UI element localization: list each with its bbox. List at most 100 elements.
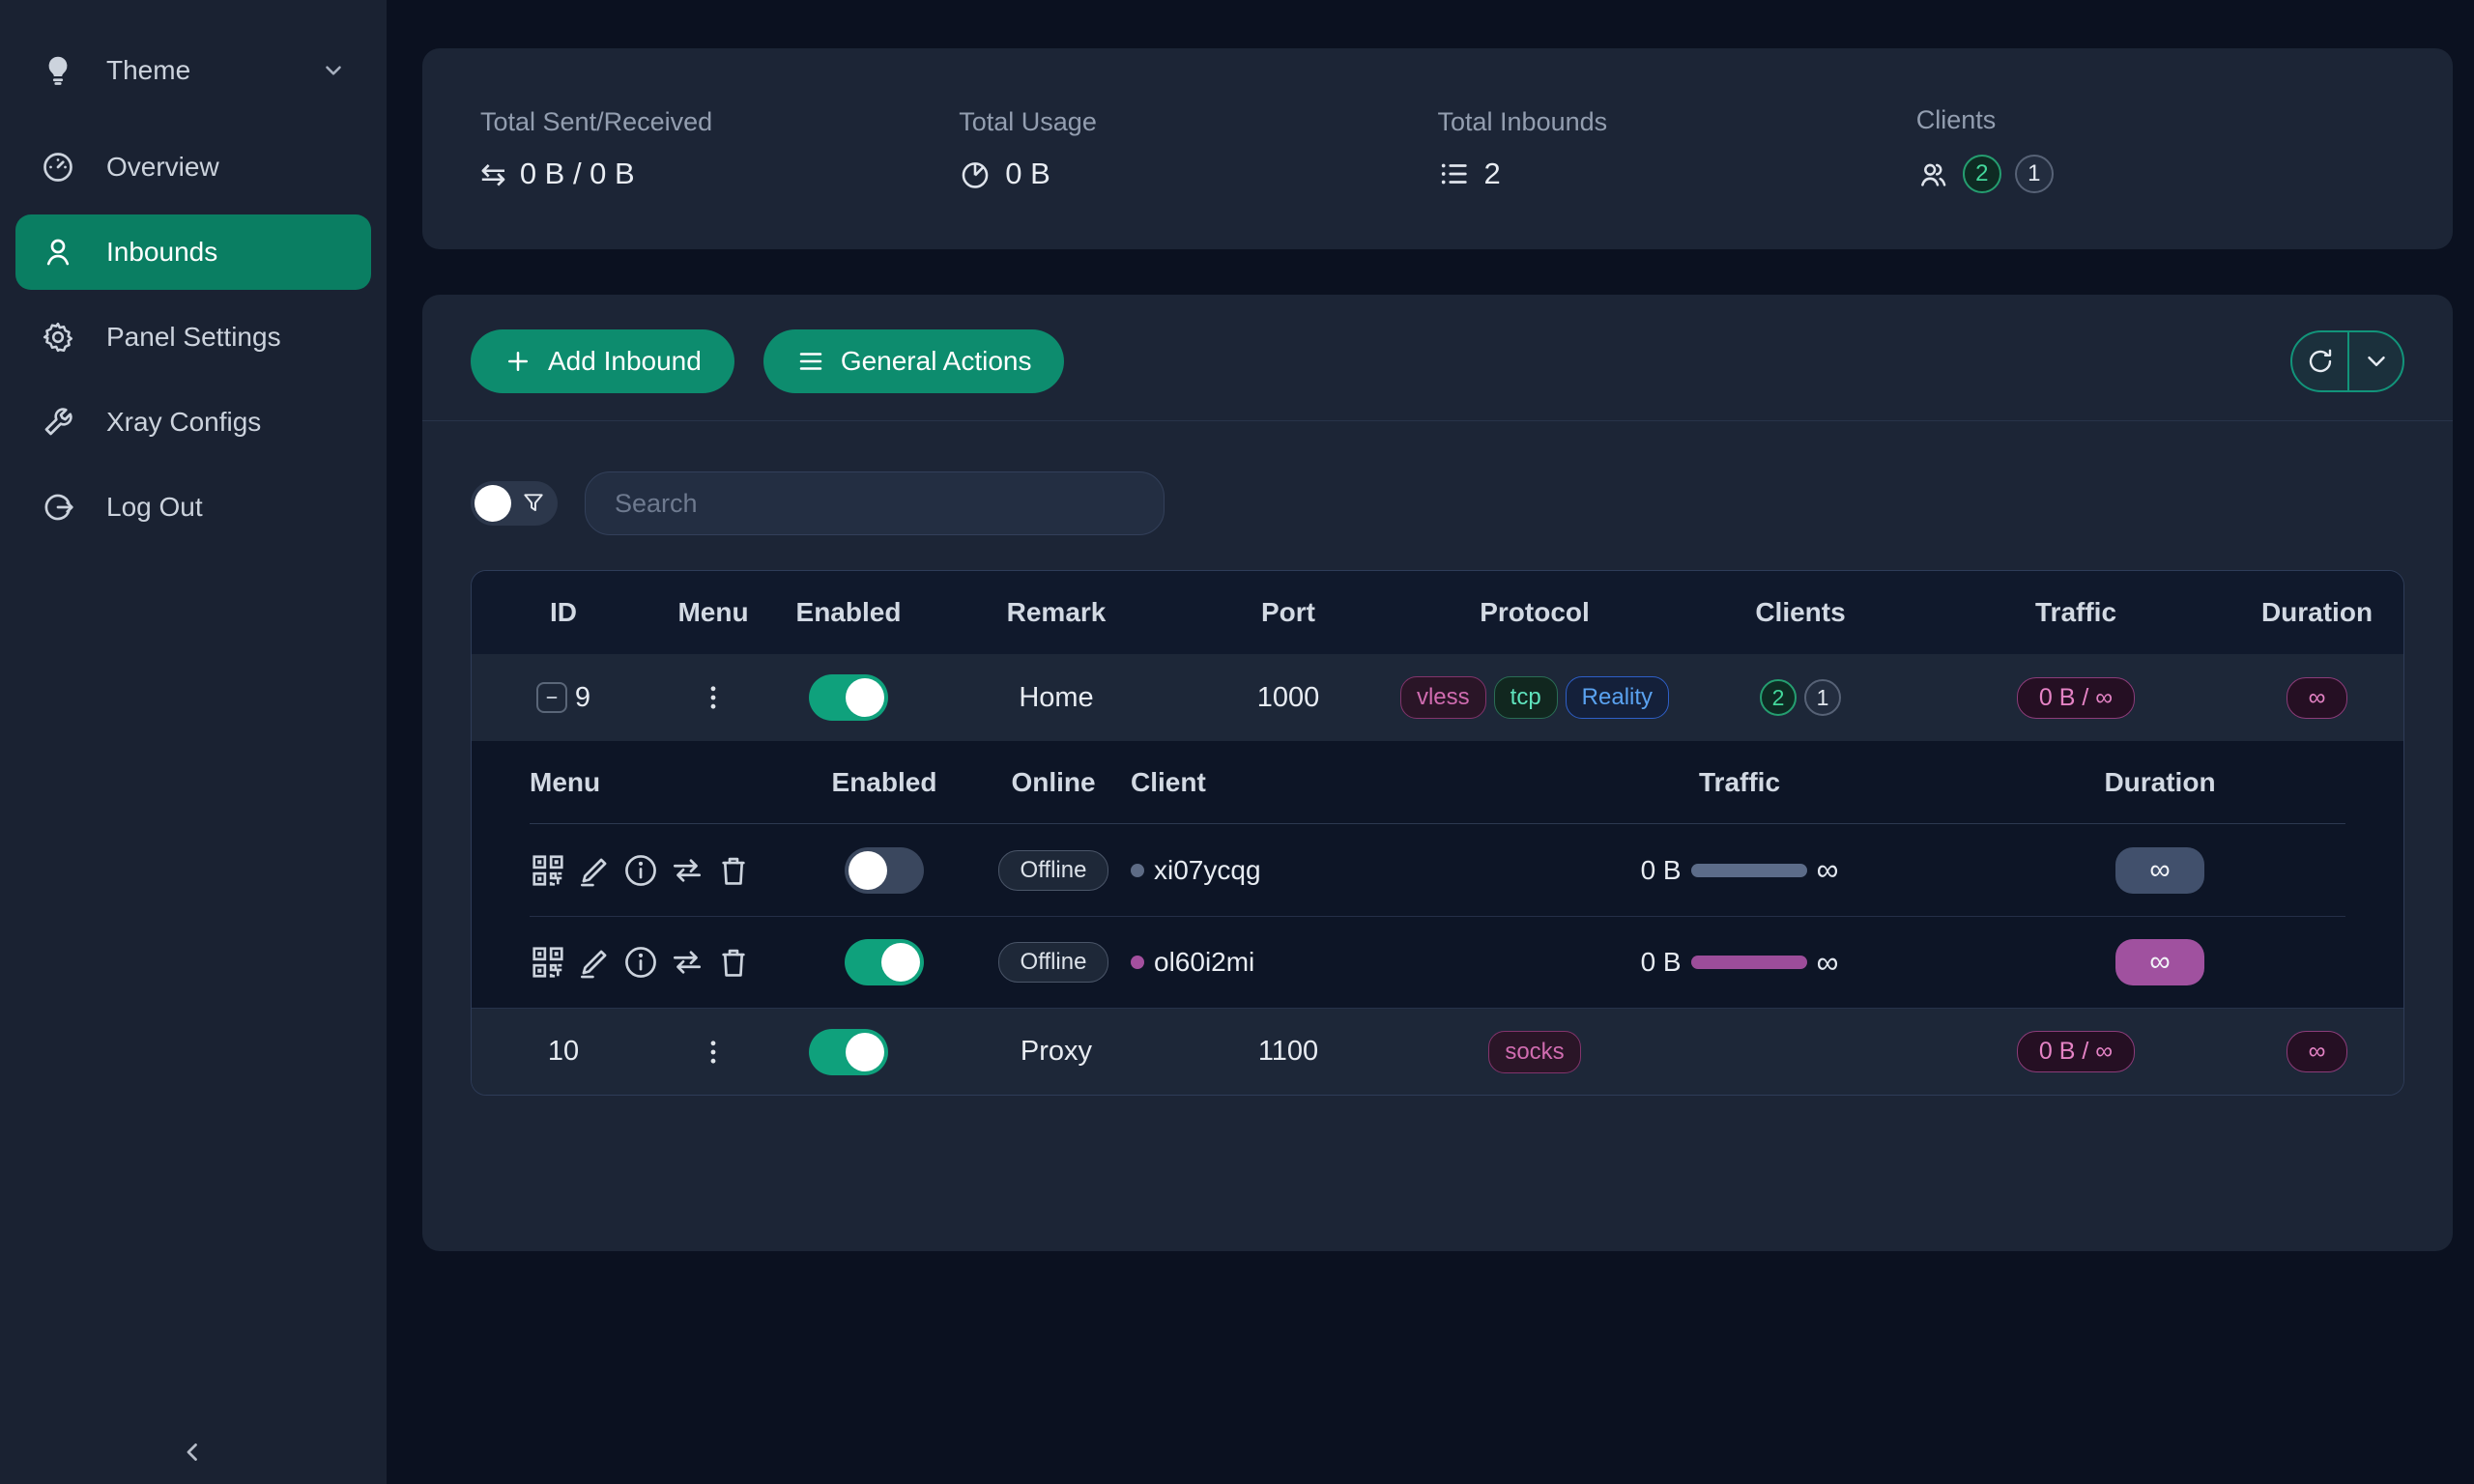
inbound-remark: Home	[926, 682, 1187, 714]
chevron-down-icon	[2362, 347, 2391, 376]
stat-value: 0 B	[1005, 157, 1050, 191]
sidebar-item-panel-settings[interactable]: Panel Settings	[15, 300, 371, 375]
toggle-knob	[475, 485, 511, 522]
list-icon	[1438, 157, 1471, 190]
gauge-icon	[41, 150, 75, 185]
traffic-progress-bar	[1691, 864, 1807, 877]
clients-deactive-badge: 1	[1804, 679, 1841, 716]
traffic-used: 0 B	[1641, 947, 1682, 978]
stat-label: Clients	[1916, 105, 2395, 135]
online-status-badge: Offline	[998, 850, 1109, 891]
logout-icon	[41, 490, 75, 525]
stat-total-usage: Total Usage 0 B	[959, 107, 1437, 191]
sidebar-item-label: Theme	[106, 55, 190, 86]
online-status-badge: Offline	[998, 942, 1109, 983]
sidebar-item-inbounds[interactable]: Inbounds	[15, 214, 371, 290]
info-icon[interactable]	[622, 944, 659, 981]
clients-deactive-badge: 1	[2015, 155, 2054, 193]
client-enabled-toggle[interactable]	[845, 847, 924, 894]
protocol-tag: tcp	[1494, 676, 1558, 719]
traffic-badge: 0 B / ∞	[2017, 677, 2135, 719]
stat-label: Total Sent/Received	[480, 107, 959, 137]
delete-icon[interactable]	[715, 852, 752, 889]
edit-icon[interactable]	[576, 852, 613, 889]
general-actions-button[interactable]: General Actions	[763, 329, 1065, 393]
column-header: Protocol	[1390, 597, 1680, 628]
stat-total-sent-received: Total Sent/Received ⇆ 0 B / 0 B	[480, 107, 959, 191]
refresh-dropdown-button[interactable]	[2347, 332, 2402, 390]
column-header: Menu	[655, 597, 771, 628]
refresh-button-group	[2290, 330, 2404, 392]
collapse-row-button[interactable]	[536, 682, 567, 713]
transfer-icon: ⇆	[480, 158, 506, 189]
plus-icon	[503, 347, 532, 376]
traffic-limit: ∞	[1817, 852, 1839, 888]
duration-badge: ∞	[2287, 677, 2348, 719]
client-duration-badge: ∞	[2115, 847, 2204, 894]
stat-clients: Clients 2 1	[1916, 105, 2395, 193]
sidebar-item-theme[interactable]: Theme	[15, 33, 371, 108]
add-inbound-button[interactable]: Add Inbound	[471, 329, 734, 393]
qr-code-icon[interactable]	[530, 944, 566, 981]
client-table-header: Menu Enabled Online Client Traffic Durat…	[530, 741, 2345, 824]
column-header: Traffic	[1430, 767, 2049, 798]
inbound-port: 1100	[1187, 1036, 1390, 1068]
enabled-toggle[interactable]	[809, 1029, 888, 1075]
reset-traffic-icon[interactable]	[669, 852, 705, 889]
column-header: Remark	[926, 597, 1187, 628]
column-header: Enabled	[771, 597, 926, 628]
duration-badge: ∞	[2287, 1031, 2348, 1072]
pie-chart-icon	[959, 157, 992, 190]
column-header: Duration	[2230, 597, 2403, 628]
clients-online-badge: 2	[1963, 155, 2001, 193]
sidebar-item-label: Log Out	[106, 492, 203, 523]
stats-card: Total Sent/Received ⇆ 0 B / 0 B Total Us…	[422, 48, 2453, 249]
table-header: ID Menu Enabled Remark Port Protocol Cli…	[472, 571, 2403, 654]
expanded-client-section: Menu Enabled Online Client Traffic Durat…	[472, 741, 2403, 1008]
add-inbound-label: Add Inbound	[548, 346, 702, 377]
client-duration-badge: ∞	[2115, 939, 2204, 985]
column-header: Traffic	[1921, 597, 2230, 628]
stat-value: 0 B / 0 B	[520, 157, 635, 191]
inbounds-table: ID Menu Enabled Remark Port Protocol Cli…	[471, 570, 2404, 1096]
sidebar-item-label: Inbounds	[106, 237, 217, 268]
row-menu-button[interactable]	[697, 681, 730, 714]
search-input[interactable]	[585, 471, 1165, 535]
column-header: Port	[1187, 597, 1390, 628]
protocol-tag: Reality	[1566, 676, 1669, 719]
traffic-progress-bar	[1691, 956, 1807, 969]
column-header: Menu	[530, 767, 792, 798]
row-menu-button[interactable]	[697, 1036, 730, 1069]
refresh-button[interactable]	[2292, 332, 2347, 390]
sidebar-item-overview[interactable]: Overview	[15, 129, 371, 205]
column-header: Client	[1131, 767, 1430, 798]
search-row	[471, 471, 2404, 535]
chevron-left-icon	[179, 1438, 208, 1467]
reset-traffic-icon[interactable]	[669, 944, 705, 981]
client-row-xi07ycqg: Offline xi07ycqg 0 B ∞ ∞	[530, 824, 2345, 916]
inbound-remark: Proxy	[926, 1036, 1187, 1068]
stat-label: Total Inbounds	[1438, 107, 1916, 137]
table-row-inbound-9: 9 Home 1000 vless tcp Reality 2 1 0 B / …	[472, 654, 2403, 741]
enabled-toggle[interactable]	[809, 674, 888, 721]
edit-icon[interactable]	[576, 944, 613, 981]
traffic-badge: 0 B / ∞	[2017, 1031, 2135, 1072]
column-header: Duration	[2049, 767, 2271, 798]
gear-icon	[41, 320, 75, 355]
chevron-down-icon	[321, 58, 346, 83]
column-header: Online	[976, 767, 1131, 798]
client-enabled-toggle[interactable]	[845, 939, 924, 985]
info-icon[interactable]	[622, 852, 659, 889]
qr-code-icon[interactable]	[530, 852, 566, 889]
sidebar-item-label: Overview	[106, 152, 219, 183]
stat-label: Total Usage	[959, 107, 1437, 137]
sidebar-item-log-out[interactable]: Log Out	[15, 470, 371, 545]
delete-icon[interactable]	[715, 944, 752, 981]
inbound-port: 1000	[1187, 682, 1390, 714]
sidebar: Theme Overview Inbounds Panel Settings X…	[0, 0, 387, 1484]
sidebar-item-xray-configs[interactable]: Xray Configs	[15, 385, 371, 460]
column-header: Enabled	[792, 767, 976, 798]
inbounds-panel: Add Inbound General Actions	[422, 295, 2453, 1251]
sidebar-collapse-button[interactable]	[0, 1438, 387, 1467]
filter-toggle[interactable]	[471, 481, 558, 526]
